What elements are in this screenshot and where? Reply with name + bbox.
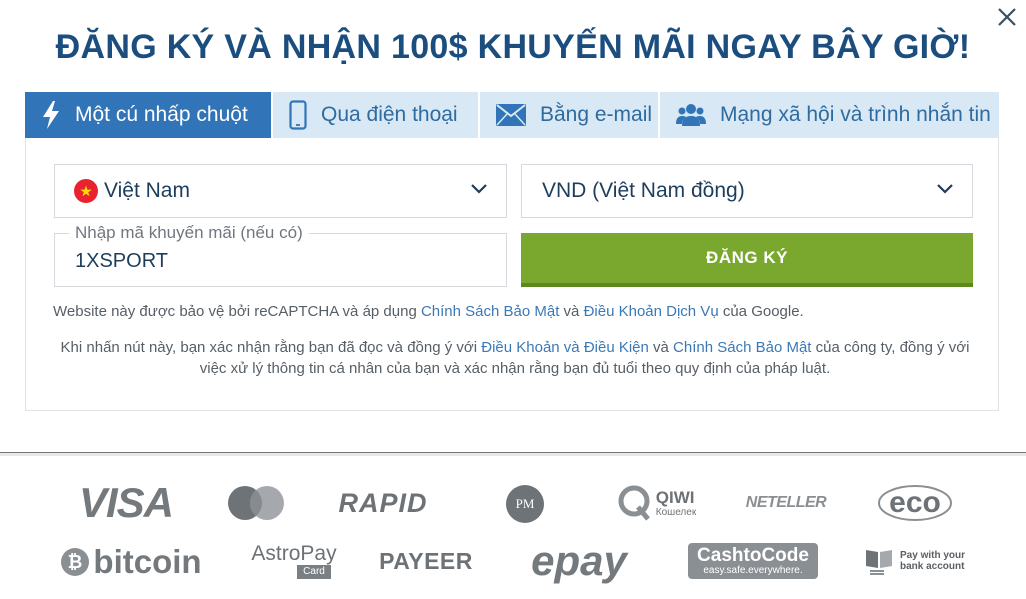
perfect-money-logo: PM — [506, 485, 544, 523]
registration-tabs: Một cú nhấp chuột Qua điện thoại Bằng e-… — [25, 92, 999, 138]
recaptcha-text: và — [559, 303, 584, 320]
phone-icon — [289, 100, 307, 130]
neteller-logo: NETELLER — [745, 494, 827, 511]
epay-logo: epay — [531, 537, 627, 584]
ecopayz-logo: eco — [877, 484, 953, 522]
promo-code-input[interactable]: Nhập mã khuyến mãi (nếu có) 1XSPORT — [54, 223, 507, 287]
terms-conditions-link[interactable]: Điều Khoản và Điều Kiện — [481, 339, 649, 356]
company-privacy-link[interactable]: Chính Sách Bảo Mật — [673, 339, 811, 356]
recaptcha-text: Website này được bảo vệ bởi reCAPTCHA và… — [53, 303, 421, 320]
qiwi-icon — [618, 485, 650, 521]
privacy-policy-link[interactable]: Chính Sách Bảo Mật — [421, 303, 559, 320]
registration-form: Việt Nam VND (Việt Nam đồng) Nhập mã khu… — [25, 138, 999, 411]
page-title: ĐĂNG KÝ VÀ NHẬN 100$ KHUYẾN MÃI NGAY BÂY… — [55, 28, 971, 66]
bank-account-text: Pay with your bank account — [900, 550, 966, 572]
qiwi-text: QIWI — [655, 487, 695, 507]
bitcoin-logo: ₿ bitcoin — [56, 542, 206, 582]
consent-text: và — [648, 339, 674, 356]
bitcoin-icon: ₿ — [61, 548, 90, 576]
cashtocode-text: CashtoCode — [697, 545, 809, 566]
close-icon — [998, 8, 1016, 26]
payeer-logo: PAYEER — [379, 547, 473, 574]
cashtocode-subtext: easy.safe.everywhere. — [703, 565, 803, 576]
tab-label: Qua điện thoại — [321, 103, 458, 126]
chevron-down-icon — [937, 184, 953, 194]
recaptcha-notice: Website này được bảo vệ bởi reCAPTCHA và… — [53, 303, 804, 320]
tab-label: Bằng e-mail — [540, 103, 653, 126]
close-button[interactable] — [994, 4, 1020, 30]
promo-code-value: 1XSPORT — [75, 250, 168, 272]
astropay-logo: AstroPay Card — [249, 540, 339, 582]
tab-email[interactable]: Bằng e-mail — [480, 92, 658, 138]
country-select[interactable]: Việt Nam — [54, 164, 507, 218]
qiwi-logo: QIWI Кошелек — [614, 484, 700, 522]
terms-of-service-link[interactable]: Điều Khoản Dịch Vụ — [584, 303, 719, 320]
mastercard-logo — [226, 484, 286, 522]
astropay-subtext: Card — [297, 565, 331, 579]
country-value: Việt Nam — [104, 179, 190, 202]
bank-icon — [866, 550, 892, 575]
users-icon — [676, 103, 706, 127]
registration-modal: ĐĂNG KÝ VÀ NHẬN 100$ KHUYẾN MÃI NGAY BÂY… — [0, 0, 1026, 599]
chevron-down-icon — [471, 184, 487, 194]
promo-code-label: Nhập mã khuyến mãi (nếu có) — [69, 223, 309, 243]
consent-text: Khi nhấn nút này, bạn xác nhận rằng bạn … — [60, 339, 482, 356]
rapid-logo: RAPID — [338, 487, 428, 518]
envelope-icon — [496, 104, 526, 126]
visa-logo: VISA — [78, 479, 174, 526]
tab-social[interactable]: Mạng xã hội và trình nhắn tin — [660, 92, 999, 138]
bitcoin-text: bitcoin — [93, 543, 202, 580]
tab-label: Mạng xã hội và trình nhắn tin — [720, 103, 991, 126]
astropay-text: AstroPay — [251, 542, 337, 565]
qiwi-subtext: Кошелек — [655, 506, 697, 518]
tab-one-click[interactable]: Một cú nhấp chuột — [25, 92, 271, 138]
recaptcha-text: của Google. — [718, 303, 804, 320]
eco-text: eco — [889, 486, 941, 519]
currency-select[interactable]: VND (Việt Nam đồng) — [521, 164, 973, 218]
cashtocode-logo: CashtoCode easy.safe.everywhere. — [688, 543, 818, 579]
currency-value: VND (Việt Nam đồng) — [542, 179, 745, 202]
bank-account-logo: Pay with your bank account — [864, 543, 972, 579]
svg-text:₿: ₿ — [68, 552, 83, 572]
divider — [0, 452, 1026, 456]
consent-notice: Khi nhấn nút này, bạn xác nhận rằng bạn … — [48, 337, 982, 379]
register-button[interactable]: ĐĂNG KÝ — [521, 233, 973, 287]
lightning-icon — [41, 100, 61, 130]
tab-phone[interactable]: Qua điện thoại — [273, 92, 478, 138]
vietnam-flag-icon — [74, 179, 98, 203]
tab-label: Một cú nhấp chuột — [75, 103, 248, 126]
